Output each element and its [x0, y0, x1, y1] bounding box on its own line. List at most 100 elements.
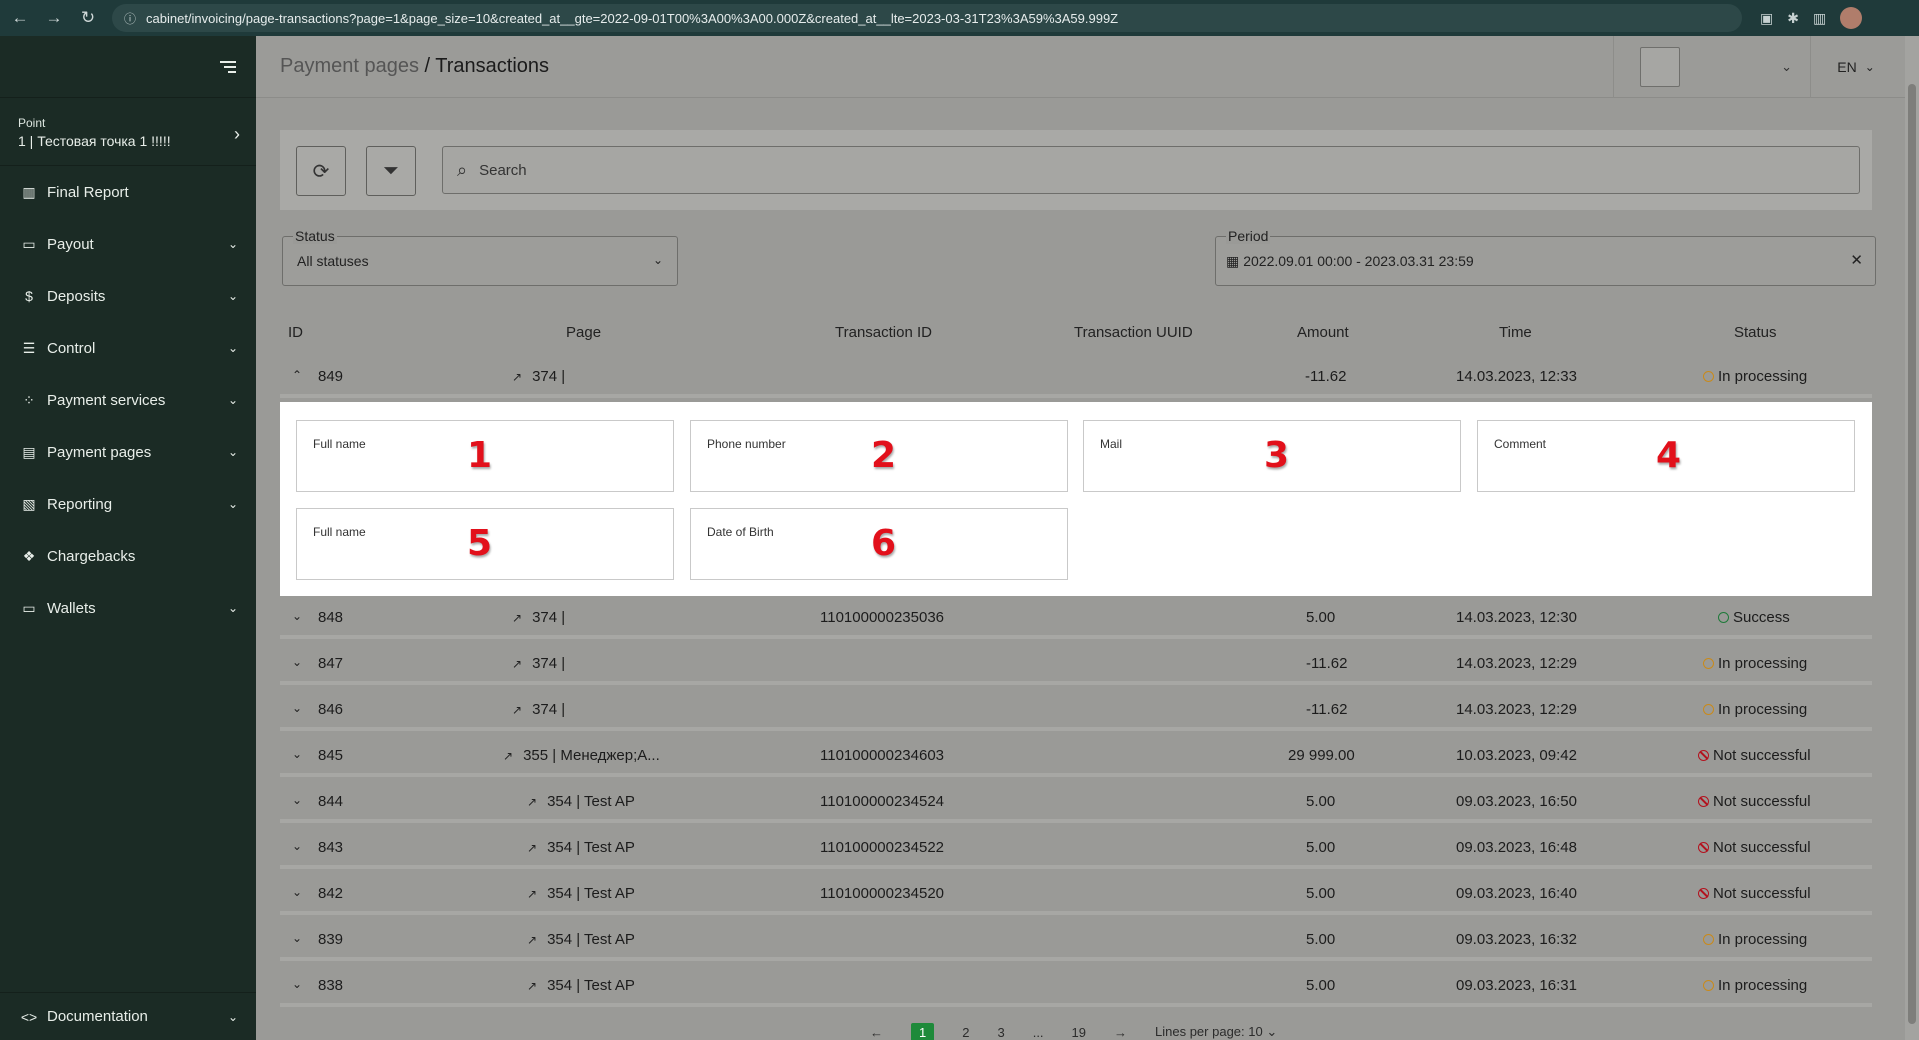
cell-id: 843	[318, 839, 344, 856]
back-icon[interactable]: ←	[6, 4, 34, 32]
sidebar-item-chargebacks[interactable]: ❖ Chargebacks	[0, 530, 256, 582]
table-row[interactable]: ⌃ 849 ↗ 374 | -11.62 14.03.2023, 12:33 In…	[280, 356, 1872, 398]
chevron-down-icon[interactable]: ⌄	[292, 701, 302, 715]
search-box: ⌕	[442, 146, 1860, 194]
next-page-icon[interactable]: →	[1114, 1025, 1127, 1040]
cell-id: 839	[318, 931, 344, 948]
sidebar-item-final-report[interactable]: ▥ Final Report	[0, 166, 256, 218]
header-actions: ⌄ EN ⌄	[1613, 36, 1901, 98]
point-selector[interactable]: Point 1 | Тестовая точка 1 !!!!! ›	[0, 98, 256, 166]
field-full-name-2: Full name 5	[296, 508, 674, 580]
external-link-icon[interactable]: ↗	[527, 795, 537, 809]
sidebar-item-wallets[interactable]: ▭ Wallets ⌄	[0, 582, 256, 634]
column-header-time[interactable]: Time	[1499, 324, 1532, 341]
refresh-button[interactable]: ⟳	[296, 146, 346, 196]
external-link-icon[interactable]: ↗	[512, 657, 522, 671]
table-row[interactable]: ⌄ 843 ↗ 354 | Test AP 110100000234522 5.00 09.…	[280, 827, 1872, 869]
clock-icon	[1703, 980, 1714, 991]
sidebar-item-payment-pages[interactable]: ▤ Payment pages ⌄	[0, 426, 256, 478]
chevron-down-icon[interactable]: ⌄	[292, 977, 302, 991]
extensions-icon[interactable]: ✱	[1787, 10, 1799, 27]
language-selector[interactable]: EN ⌄	[1811, 59, 1901, 75]
page-2[interactable]: 2	[962, 1025, 969, 1040]
chevron-down-icon[interactable]: ⌄	[292, 747, 302, 761]
period-filter[interactable]: Period ▦ 2022.09.01 00:00 - 2023.03.31 23…	[1215, 228, 1876, 286]
chevron-down-icon[interactable]: ⌄	[292, 793, 302, 807]
table-row[interactable]: ⌄ 845 ↗ 355 | Менеджер;A... 110100000234603 2…	[280, 735, 1872, 777]
page-header: Payment pages / Transactions ⌄ EN ⌄	[256, 36, 1919, 98]
table-row[interactable]: ⌄ 847 ↗ 374 | -11.62 14.03.2023, 12:29 In proc…	[280, 643, 1872, 685]
forbidden-icon	[1698, 888, 1709, 899]
sidebar-item-deposits[interactable]: $ Deposits ⌄	[0, 270, 256, 322]
page-3[interactable]: 3	[997, 1025, 1004, 1040]
report-icon: ▧	[22, 495, 36, 512]
page-1[interactable]: 1	[911, 1022, 935, 1040]
external-link-icon[interactable]: ↗	[527, 979, 537, 993]
status-text: In processing	[1718, 977, 1808, 994]
account-dropdown-chevron-icon[interactable]: ⌄	[1700, 59, 1810, 75]
search-input[interactable]	[479, 161, 1741, 179]
profile-avatar[interactable]	[1840, 7, 1863, 29]
browser-toolbar: ← → ↻ ⓘ cabinet/invoicing/page-transacti…	[0, 0, 1919, 36]
external-link-icon[interactable]: ↗	[512, 611, 522, 625]
column-header-status[interactable]: Status	[1734, 324, 1777, 341]
external-link-icon[interactable]: ↗	[527, 887, 537, 901]
column-header-page[interactable]: Page	[566, 324, 601, 341]
cell-amount: 5.00	[1306, 609, 1336, 626]
cell-time: 09.03.2023, 16:48	[1456, 839, 1577, 856]
sidebar-item-reporting[interactable]: ▧ Reporting ⌄	[0, 478, 256, 530]
external-link-icon[interactable]: ↗	[512, 703, 522, 717]
sidebar-item-documentation[interactable]: <> Documentation ⌄	[0, 992, 256, 1040]
cell-page: ↗ 374 |	[512, 655, 565, 672]
cell-id: 846	[318, 701, 344, 718]
scrollbar-thumb[interactable]	[1908, 84, 1916, 1024]
reload-icon[interactable]: ↻	[74, 4, 102, 32]
chevron-up-icon[interactable]: ⌃	[292, 368, 302, 382]
table-row[interactable]: ⌄ 842 ↗ 354 | Test AP 110100000234520 5.00 09.…	[280, 873, 1872, 915]
scrollbar[interactable]	[1905, 36, 1919, 1040]
camera-icon[interactable]: ▣	[1760, 10, 1773, 27]
page-icon: ▤	[22, 443, 36, 460]
external-link-icon[interactable]: ↗	[527, 841, 537, 855]
page-last[interactable]: 19	[1072, 1025, 1086, 1040]
sidebar-header	[0, 36, 256, 98]
clear-period-icon[interactable]: ✕	[1850, 251, 1863, 269]
breadcrumb-payment-pages[interactable]: Payment pages	[280, 55, 419, 77]
external-link-icon[interactable]: ↗	[503, 749, 513, 763]
chevron-down-icon[interactable]: ⌄	[292, 839, 302, 853]
chevron-down-icon[interactable]: ⌄	[292, 609, 302, 623]
chevron-down-icon[interactable]: ⌄	[292, 655, 302, 669]
forward-icon[interactable]: →	[40, 4, 68, 32]
table-row[interactable]: ⌄ 844 ↗ 354 | Test AP 110100000234524 5.00 09.…	[280, 781, 1872, 823]
column-header-id[interactable]: ID	[288, 324, 303, 341]
table-row[interactable]: ⌄ 846 ↗ 374 | -11.62 14.03.2023, 12:29 In proc…	[280, 689, 1872, 731]
address-bar[interactable]: ⓘ cabinet/invoicing/page-transactions?pa…	[112, 4, 1742, 32]
chevron-down-icon: ⌄	[227, 601, 238, 615]
table-row[interactable]: ⌄ 848 ↗ 374 | 110100000235036 5.00 14.03.2023,…	[280, 597, 1872, 639]
column-header-transaction-id[interactable]: Transaction ID	[835, 324, 932, 341]
table-row[interactable]: ⌄ 839 ↗ 354 | Test AP 5.00 09.03.2023, 16:32 I…	[280, 919, 1872, 961]
sidepanel-icon[interactable]: ▥	[1813, 10, 1826, 27]
filter-button[interactable]: ⏷	[366, 146, 416, 196]
external-link-icon[interactable]: ↗	[527, 933, 537, 947]
lines-per-page-select[interactable]: Lines per page: 10 ⌄	[1155, 1024, 1277, 1040]
table-row[interactable]: ⌄ 838 ↗ 354 | Test AP 5.00 09.03.2023, 16:31 I…	[280, 965, 1872, 1007]
sidebar-item-payment-services[interactable]: ⁘ Payment services ⌄	[0, 374, 256, 426]
sidebar-item-control[interactable]: ☰ Control ⌄	[0, 322, 256, 374]
wallet-icon: ▭	[22, 599, 36, 616]
field-label: Date of Birth	[707, 525, 774, 539]
row-details-panel: Full name 1 Phone number 2 Mail 3 Commen…	[280, 402, 1872, 596]
cell-transaction-id: 110100000234520	[820, 885, 945, 902]
account-avatar[interactable]	[1640, 47, 1680, 87]
prev-page-icon[interactable]: ←	[870, 1025, 883, 1040]
menu-toggle-icon[interactable]	[220, 60, 236, 73]
sidebar-item-payout[interactable]: ▭ Payout ⌄	[0, 218, 256, 270]
site-info-icon[interactable]: ⓘ	[124, 10, 136, 27]
status-filter[interactable]: Status All statuses ⌄	[282, 228, 678, 286]
column-header-amount[interactable]: Amount	[1297, 324, 1349, 341]
column-header-transaction-uuid[interactable]: Transaction UUID	[1074, 324, 1193, 341]
external-link-icon[interactable]: ↗	[512, 370, 522, 384]
status-text: In processing	[1718, 931, 1808, 948]
chevron-down-icon[interactable]: ⌄	[292, 885, 302, 899]
chevron-down-icon[interactable]: ⌄	[292, 931, 302, 945]
